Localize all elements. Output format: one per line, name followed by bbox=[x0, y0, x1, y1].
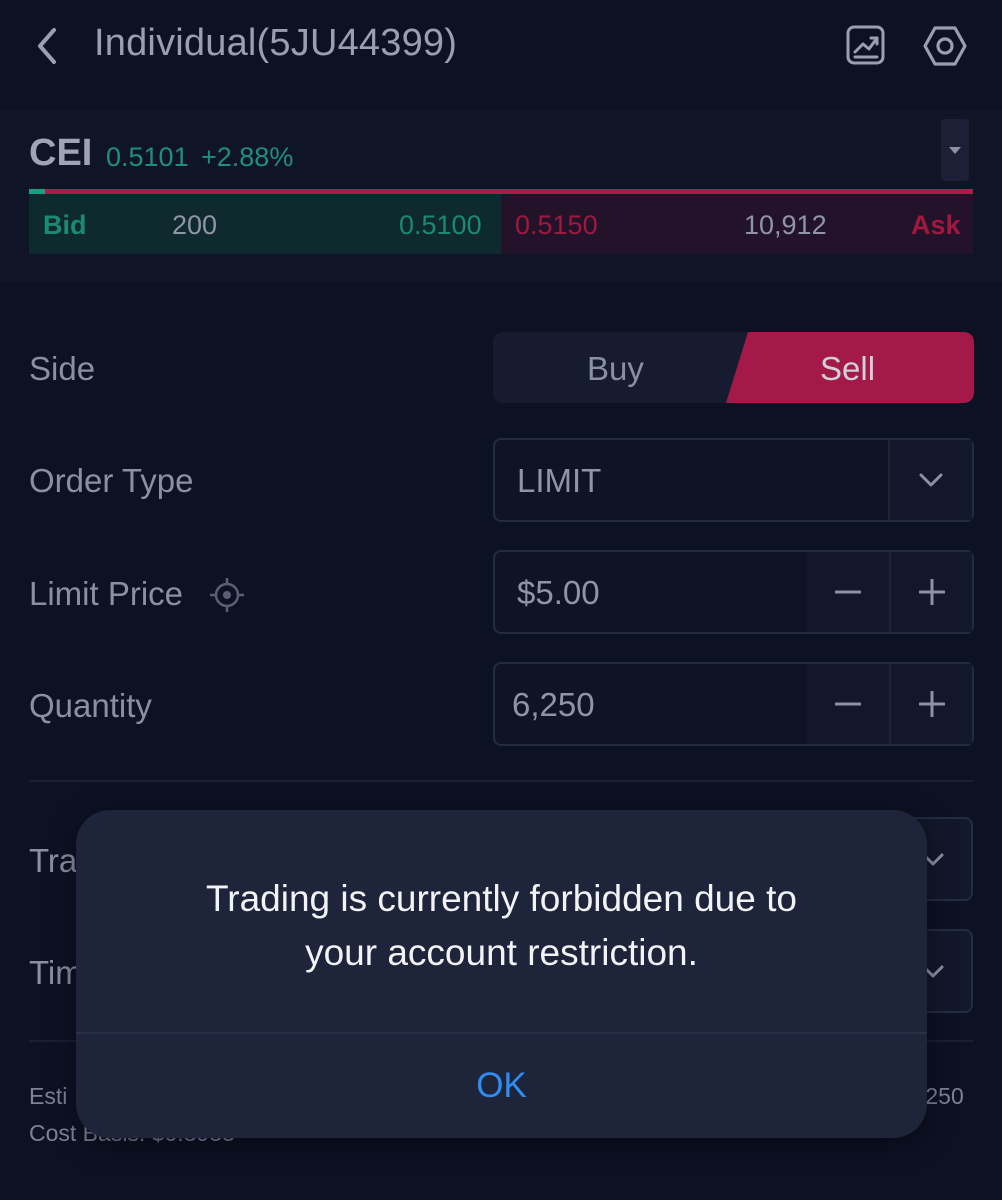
quantity-label: Quantity bbox=[29, 687, 152, 724]
alert-message-line-2: your account restriction. bbox=[305, 932, 698, 973]
caret-down-icon bbox=[949, 147, 961, 154]
plus-icon bbox=[919, 579, 945, 605]
buy-button[interactable]: Buy bbox=[493, 332, 743, 403]
bid-size: 200 bbox=[172, 210, 218, 240]
time-in-force-label: Tim bbox=[29, 954, 83, 991]
symbol-ticker[interactable]: CEI bbox=[29, 132, 92, 175]
order-type-value: LIMIT bbox=[517, 462, 602, 499]
quantity-increment[interactable] bbox=[889, 664, 971, 744]
buy-label: Buy bbox=[587, 350, 644, 387]
order-type-select[interactable]: LIMIT bbox=[493, 438, 974, 522]
chart-icon[interactable] bbox=[846, 24, 886, 66]
percent-change: +2.88% bbox=[201, 142, 294, 172]
chevron-down-icon bbox=[919, 473, 943, 487]
gear-icon[interactable] bbox=[922, 24, 968, 68]
sell-label: Sell bbox=[820, 350, 876, 387]
limit-price-label: Limit Price bbox=[29, 575, 184, 612]
minus-icon bbox=[835, 590, 861, 594]
section-divider bbox=[29, 780, 973, 782]
bid-price: 0.5100 bbox=[399, 210, 482, 240]
limit-price-stepper bbox=[807, 552, 972, 632]
alert-message: Trading is currently forbidden due to yo… bbox=[76, 872, 927, 980]
last-price: 0.5101 bbox=[106, 142, 189, 172]
limit-price-decrement[interactable] bbox=[807, 552, 889, 632]
trading-session-label: Tra bbox=[29, 842, 78, 879]
ask-size: 10,912 bbox=[744, 210, 827, 240]
order-type-dropdown[interactable] bbox=[888, 440, 972, 520]
limit-price-input[interactable]: $5.00 bbox=[493, 550, 974, 634]
bid-label: Bid bbox=[43, 210, 87, 240]
minus-icon bbox=[835, 702, 861, 706]
quantity-value[interactable]: 6,250 bbox=[512, 686, 595, 724]
side-label: Side bbox=[29, 350, 96, 387]
quantity-input[interactable]: 6,250 bbox=[493, 662, 974, 746]
ask-price: 0.5150 bbox=[515, 210, 598, 240]
sell-button[interactable]: Sell bbox=[726, 332, 974, 403]
side-toggle: Buy Sell bbox=[493, 332, 974, 403]
ask-label: Ask bbox=[911, 210, 961, 240]
ok-button[interactable]: OK bbox=[76, 1034, 927, 1138]
limit-price-value[interactable]: $5.00 bbox=[517, 574, 600, 612]
order-type-label: Order Type bbox=[29, 462, 194, 499]
quantity-stepper bbox=[807, 664, 972, 744]
account-title[interactable]: Individual(5JU44399) bbox=[94, 22, 457, 65]
symbol-dropdown-button[interactable] bbox=[941, 119, 969, 181]
estimate-label: Esti bbox=[29, 1083, 68, 1109]
quantity-decrement[interactable] bbox=[807, 664, 889, 744]
limit-price-increment[interactable] bbox=[889, 552, 971, 632]
back-icon[interactable] bbox=[30, 24, 70, 68]
target-icon[interactable] bbox=[208, 576, 246, 614]
restriction-alert-dialog: Trading is currently forbidden due to yo… bbox=[76, 810, 927, 1138]
alert-message-line-1: Trading is currently forbidden due to bbox=[206, 878, 797, 919]
plus-icon bbox=[919, 691, 945, 717]
